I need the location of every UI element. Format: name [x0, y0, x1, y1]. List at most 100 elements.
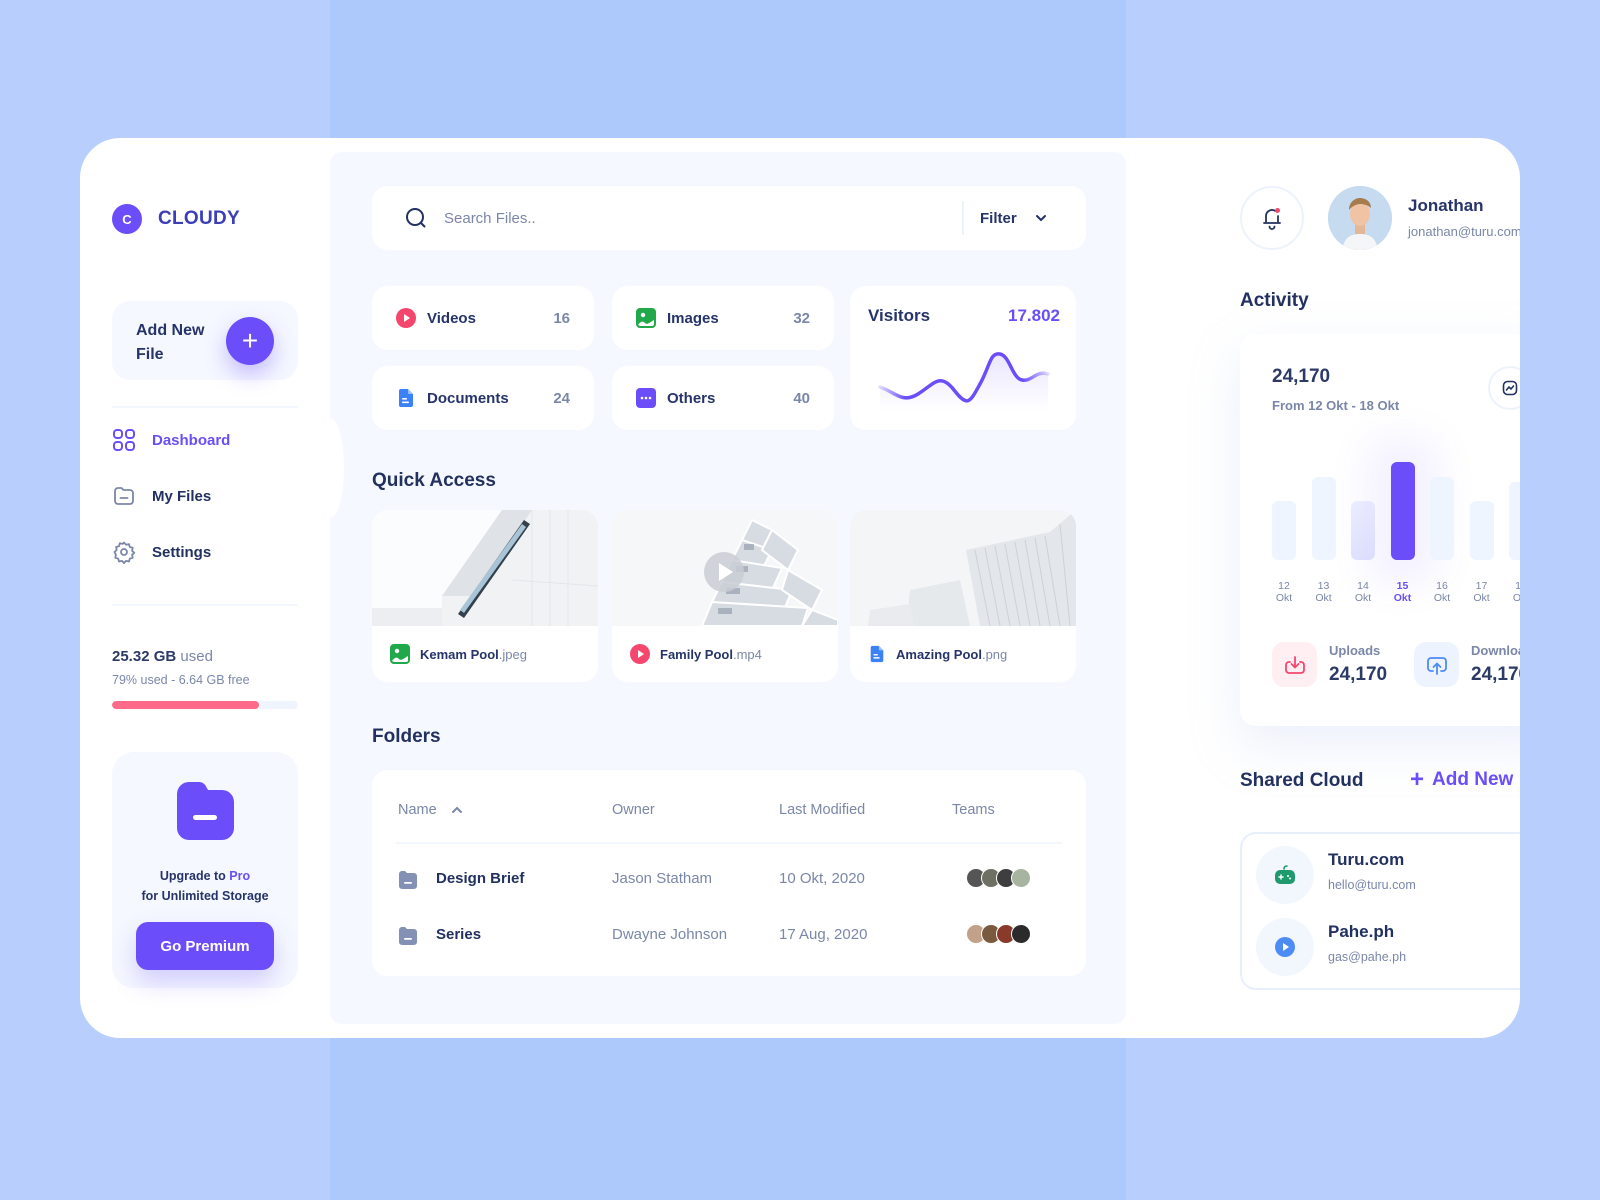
quick-access-item[interactable]: Family Pool.mp4 — [612, 510, 838, 682]
image-icon — [390, 644, 410, 664]
uploads-stat: Uploads 24,170 — [1272, 642, 1387, 687]
play-circle-icon — [396, 308, 416, 328]
play-circle-icon — [630, 644, 650, 664]
table-row[interactable]: Design Brief Jason Statham 10 Okt, 2020 — [372, 864, 1086, 894]
right-panel: Jonathan jonathan@turu.com Activity 24,1… — [1126, 138, 1520, 1038]
main-content: Filter Videos 16 Images 32 Documents 24 … — [316, 152, 1126, 1024]
team-avatars[interactable] — [966, 868, 1031, 888]
category-videos[interactable]: Videos 16 — [372, 286, 594, 350]
sidebar: C CLOUDY Add New File + Dashboard My Fil… — [80, 138, 334, 1038]
activity-bar[interactable] — [1311, 477, 1336, 560]
add-new-file-label: Add New File — [136, 322, 205, 363]
search-bar: Filter — [372, 186, 1086, 250]
storage-used: 25.32 GB used — [112, 648, 213, 665]
nav-notch — [316, 418, 344, 518]
upgrade-card: Upgrade to Pro for Unlimited Storage Go … — [112, 752, 298, 988]
activity-bar[interactable] — [1509, 482, 1520, 560]
bar-label: 16 Okt — [1433, 580, 1451, 604]
folder-icon — [399, 871, 417, 889]
plus-icon: + — [1410, 766, 1425, 793]
storage-progress-fill — [112, 701, 259, 709]
upload-icon — [1284, 655, 1305, 674]
gamepad-icon — [1275, 865, 1295, 884]
chart-options-button[interactable] — [1488, 366, 1520, 410]
cloud-name: Turu.com — [1328, 850, 1405, 869]
activity-bar[interactable] — [1430, 477, 1454, 560]
notification-button[interactable] — [1240, 186, 1304, 250]
play-circle-icon — [1275, 937, 1295, 957]
activity-bar[interactable] — [1272, 501, 1296, 560]
activity-bar[interactable] — [1351, 501, 1375, 560]
category-documents[interactable]: Documents 24 — [372, 366, 594, 430]
add-file-button[interactable]: + — [226, 317, 274, 365]
chevron-down-icon — [1035, 215, 1046, 222]
sidebar-item-label: Settings — [152, 543, 212, 561]
downloads-value: 24,170 — [1471, 664, 1520, 685]
activity-bar[interactable] — [1390, 462, 1415, 560]
team-avatars[interactable] — [966, 924, 1031, 944]
downloads-label: Downloads — [1471, 643, 1520, 658]
bar-label: 17 Okt — [1473, 580, 1490, 604]
divider — [112, 604, 298, 606]
logo[interactable]: C CLOUDY — [112, 204, 240, 234]
cloud-email: gas@pahe.ph — [1328, 950, 1407, 964]
thumbnail-video — [612, 510, 838, 626]
quick-access-title: Quick Access — [372, 470, 496, 491]
folders-title: Folders — [372, 726, 441, 747]
table-row[interactable]: Series Dwayne Johnson 17 Aug, 2020 — [372, 920, 1086, 950]
image-icon — [636, 308, 656, 328]
column-header-owner[interactable]: Owner — [612, 802, 655, 818]
column-header-teams[interactable]: Teams — [952, 802, 995, 818]
storage-usage: 25.32 GB used 79% used - 6.64 GB free — [112, 648, 298, 709]
sidebar-item-label: My Files — [152, 487, 212, 505]
shared-cloud-list: Turu.com hello@turu.com Pahe.ph gas@pahe… — [1240, 832, 1520, 990]
column-header-name[interactable]: Name — [398, 802, 463, 818]
document-icon — [870, 645, 884, 663]
downloads-stat: Downloads 24,170 — [1414, 642, 1520, 687]
folders-table: Name Owner Last Modified Teams Design Br… — [372, 770, 1086, 976]
filter-dropdown[interactable]: Filter — [964, 210, 1086, 227]
app-window: C CLOUDY Add New File + Dashboard My Fil… — [80, 138, 1520, 1038]
quick-access-item[interactable]: Kemam Pool.jpeg — [372, 510, 598, 682]
visitors-card[interactable]: Visitors 17.802 — [850, 286, 1076, 430]
user-name: Jonathan — [1408, 196, 1484, 215]
upload-icon-box — [1272, 642, 1317, 687]
sidebar-item-settings[interactable]: Settings — [112, 540, 230, 564]
sidebar-item-dashboard[interactable]: Dashboard — [112, 428, 230, 452]
shared-cloud-item[interactable]: Turu.com hello@turu.com — [1256, 846, 1520, 904]
sidebar-nav: Dashboard My Files Settings — [112, 428, 230, 596]
uploads-label: Uploads — [1329, 643, 1381, 658]
activity-total: 24,170 — [1272, 366, 1331, 387]
column-header-last-modified[interactable]: Last Modified — [779, 802, 865, 818]
thumbnail-image — [850, 510, 1076, 626]
divider — [396, 842, 1062, 844]
more-dots-icon — [636, 388, 656, 408]
cloud-upload-icon — [1426, 656, 1447, 675]
visitors-value: 17.802 — [1008, 306, 1060, 325]
search-input[interactable] — [444, 209, 962, 227]
activity-bar[interactable] — [1469, 501, 1494, 560]
upgrade-text: Upgrade to Pro for Unlimited Storage — [141, 869, 269, 903]
go-premium-button[interactable]: Go Premium — [136, 922, 274, 970]
folder-icon — [173, 780, 237, 844]
plus-icon: + — [241, 325, 259, 356]
add-new-file-card[interactable]: Add New File + — [112, 301, 298, 380]
bar-label: 15 Okt — [1393, 580, 1412, 604]
activity-title: Activity — [1240, 290, 1309, 311]
category-others[interactable]: Others 40 — [612, 366, 834, 430]
category-images[interactable]: Images 32 — [612, 286, 834, 350]
logo-mark: C — [112, 204, 142, 234]
quick-access-item[interactable]: Amazing Pool.png — [850, 510, 1076, 682]
bar-label: 14 Okt — [1354, 580, 1372, 604]
search-icon[interactable] — [404, 206, 428, 230]
shared-cloud-title: Shared Cloud — [1240, 770, 1364, 791]
user-avatar[interactable] — [1328, 186, 1392, 250]
cloud-name: Pahe.ph — [1328, 922, 1395, 941]
shared-cloud-item[interactable]: Pahe.ph gas@pahe.ph — [1256, 918, 1520, 976]
folder-icon — [399, 927, 417, 945]
thumbnail-image — [372, 510, 598, 626]
gear-icon — [112, 540, 136, 564]
document-icon — [399, 389, 413, 407]
add-new-cloud-button[interactable]: + Add New — [1410, 768, 1520, 792]
sidebar-item-my-files[interactable]: My Files — [112, 484, 230, 508]
